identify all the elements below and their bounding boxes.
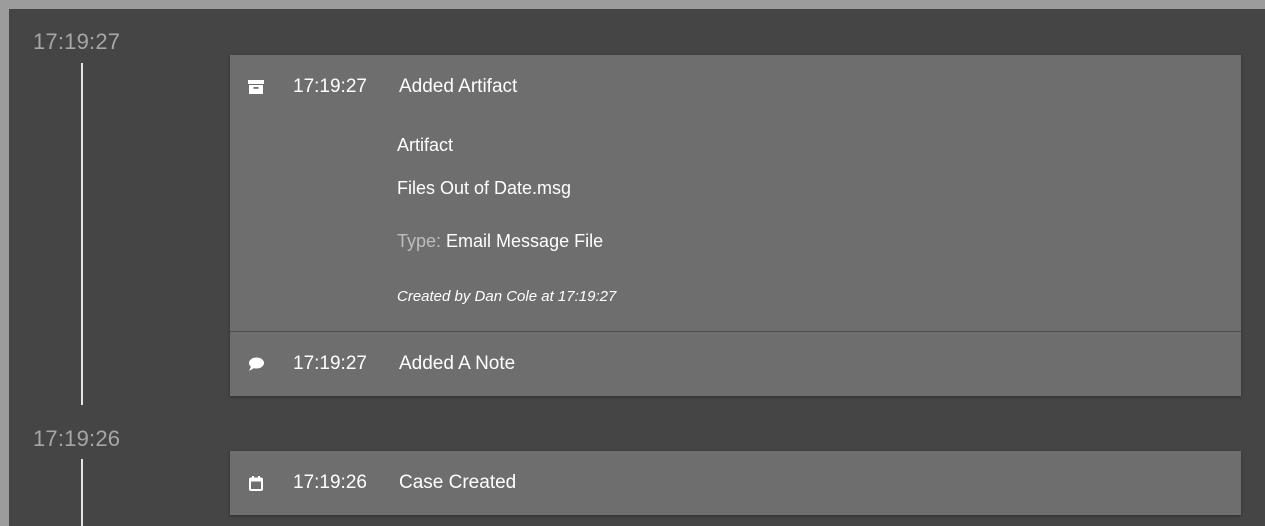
event-card-group-2: 17:19:26 Case Created	[230, 451, 1241, 515]
artifact-details: Artifact Files Out of Date.msg Type: Ema…	[230, 119, 1241, 331]
event-title: Case Created	[399, 472, 517, 493]
artifact-name[interactable]: Files Out of Date.msg	[397, 178, 571, 199]
event-time: 17:19:27	[293, 353, 367, 374]
event-row-added-note[interactable]: 17:19:27 Added A Note	[230, 332, 1241, 396]
event-row-added-artifact[interactable]: 17:19:27 Added Artifact	[230, 55, 1241, 119]
group-time-label: 17:19:27	[33, 29, 121, 54]
event-title: Added Artifact	[399, 76, 518, 97]
artifact-created-by: Created by Dan Cole at 17:19:27	[397, 288, 617, 305]
timeline-connector	[81, 459, 83, 526]
artifact-type-value: Email Message File	[446, 231, 604, 251]
calendar-icon	[248, 475, 264, 491]
artifact-type: Type: Email Message File	[397, 231, 603, 252]
archive-icon	[248, 79, 264, 95]
event-card-group-1: 17:19:27 Added Artifact Artifact Files O…	[230, 55, 1241, 396]
event-time: 17:19:27	[293, 76, 367, 97]
group-time-label: 17:19:26	[33, 426, 121, 451]
artifact-heading: Artifact	[397, 135, 454, 155]
artifact-type-label: Type:	[397, 231, 442, 251]
event-title: Added A Note	[399, 353, 516, 374]
event-row-case-created[interactable]: 17:19:26 Case Created	[230, 451, 1241, 515]
event-time: 17:19:26	[293, 472, 367, 493]
timeline-connector	[81, 63, 83, 405]
comment-icon	[248, 356, 264, 372]
activity-timeline: 17:19:27 17:19:27 Added Artifact Artifac…	[9, 9, 1265, 526]
